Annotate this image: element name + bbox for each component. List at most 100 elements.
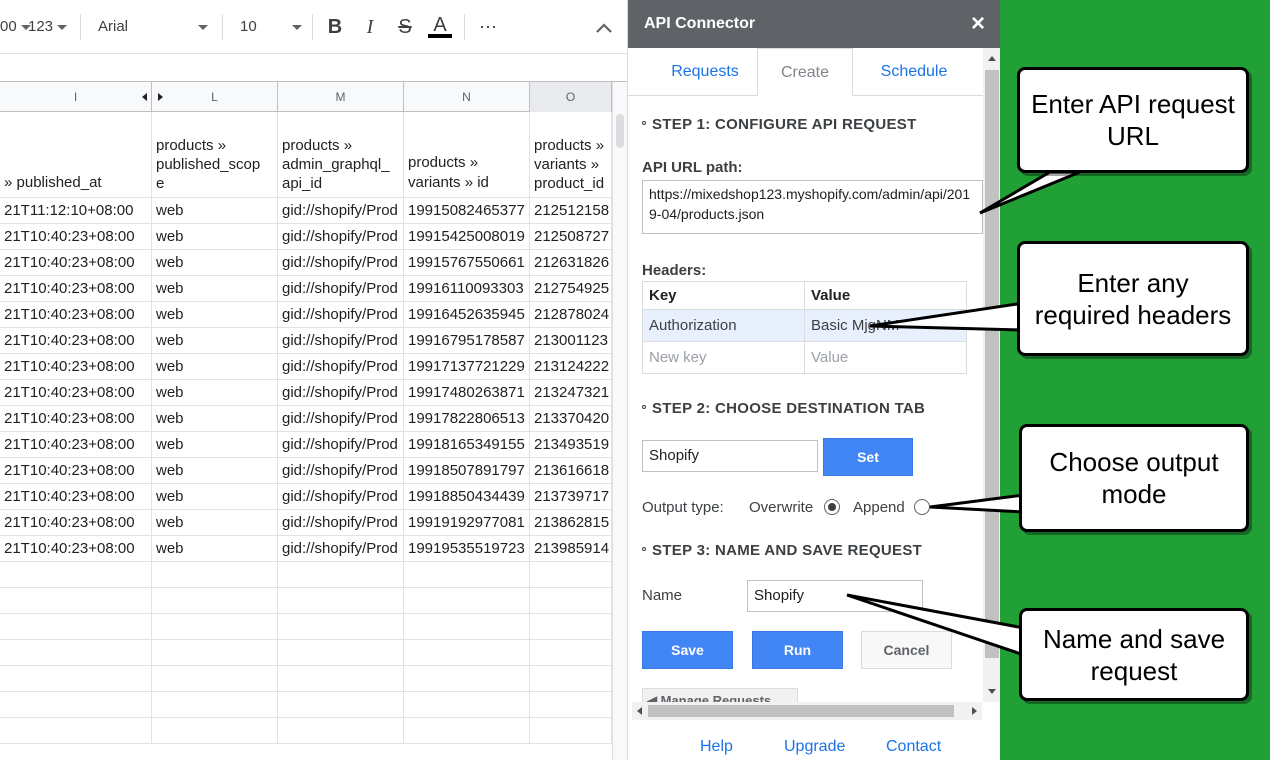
table-cell[interactable]: 212631826 bbox=[530, 250, 612, 276]
more-options-icon[interactable]: ⋯ bbox=[476, 14, 500, 40]
scrollbar-thumb[interactable] bbox=[648, 705, 954, 717]
table-cell[interactable]: gid://shopify/Prod bbox=[278, 484, 404, 510]
empty-cell[interactable] bbox=[152, 588, 278, 614]
table-cell[interactable]: gid://shopify/Prod bbox=[278, 224, 404, 250]
font-size-select[interactable]: 10 bbox=[240, 14, 302, 40]
scroll-down-icon[interactable] bbox=[988, 689, 996, 694]
table-cell[interactable]: 19915767550661 bbox=[404, 250, 530, 276]
table-cell[interactable]: 21T10:40:23+08:00 bbox=[0, 380, 152, 406]
empty-cell[interactable] bbox=[530, 614, 612, 640]
scroll-left-icon[interactable] bbox=[637, 707, 642, 715]
empty-cell[interactable] bbox=[278, 614, 404, 640]
formula-bar[interactable] bbox=[0, 54, 627, 82]
destination-tab-input[interactable]: Shopify bbox=[642, 440, 818, 472]
table-cell[interactable]: 212512158 bbox=[530, 198, 612, 224]
number-format-button[interactable]: 123 bbox=[28, 14, 68, 40]
table-cell[interactable]: 21T10:40:23+08:00 bbox=[0, 302, 152, 328]
empty-cell[interactable] bbox=[0, 692, 152, 718]
table-cell[interactable]: 213739717 bbox=[530, 484, 612, 510]
table-cell[interactable]: 21T10:40:23+08:00 bbox=[0, 250, 152, 276]
empty-cell[interactable] bbox=[404, 562, 530, 588]
zoom-control[interactable]: 00 bbox=[0, 14, 31, 40]
table-cell[interactable]: 19915082465377 bbox=[404, 198, 530, 224]
table-cell[interactable]: 19917822806513 bbox=[404, 406, 530, 432]
empty-cell[interactable] bbox=[0, 588, 152, 614]
overwrite-radio[interactable] bbox=[824, 499, 840, 515]
new-key-input[interactable]: New key bbox=[642, 341, 805, 374]
italic-button[interactable]: I bbox=[358, 14, 382, 40]
table-cell[interactable]: 19919535519723 bbox=[404, 536, 530, 562]
table-cell[interactable]: 213862815 bbox=[530, 510, 612, 536]
empty-cell[interactable] bbox=[0, 718, 152, 744]
table-cell[interactable]: 213247321 bbox=[530, 380, 612, 406]
table-cell[interactable]: 21T10:40:23+08:00 bbox=[0, 354, 152, 380]
table-cell[interactable]: 21T10:40:23+08:00 bbox=[0, 484, 152, 510]
table-cell[interactable]: 19916110093303 bbox=[404, 276, 530, 302]
empty-cell[interactable] bbox=[530, 562, 612, 588]
table-cell[interactable]: web bbox=[152, 510, 278, 536]
empty-cell[interactable] bbox=[530, 640, 612, 666]
api-url-input[interactable]: https://mixedshop123.myshopify.com/admin… bbox=[642, 180, 983, 234]
upgrade-link[interactable]: Upgrade bbox=[784, 738, 845, 756]
empty-cell[interactable] bbox=[404, 718, 530, 744]
cell-grid[interactable]: » published_at products » published_scop e p… bbox=[0, 112, 612, 760]
empty-cell[interactable] bbox=[404, 692, 530, 718]
empty-cell[interactable] bbox=[152, 614, 278, 640]
table-cell[interactable]: 213493519 bbox=[530, 432, 612, 458]
help-link[interactable]: Help bbox=[700, 738, 733, 756]
scrollbar-thumb[interactable] bbox=[616, 114, 624, 148]
table-cell[interactable]: gid://shopify/Prod bbox=[278, 510, 404, 536]
table-cell[interactable]: 21T10:40:23+08:00 bbox=[0, 224, 152, 250]
table-cell[interactable]: gid://shopify/Prod bbox=[278, 536, 404, 562]
empty-cell[interactable] bbox=[152, 718, 278, 744]
table-cell[interactable]: gid://shopify/Prod bbox=[278, 250, 404, 276]
empty-cell[interactable] bbox=[0, 666, 152, 692]
table-cell[interactable]: 19916795178587 bbox=[404, 328, 530, 354]
text-color-button[interactable]: A bbox=[428, 14, 452, 40]
table-cell[interactable]: gid://shopify/Prod bbox=[278, 302, 404, 328]
table-cell[interactable]: 19919192977081 bbox=[404, 510, 530, 536]
table-cell[interactable]: 21T10:40:23+08:00 bbox=[0, 536, 152, 562]
cancel-button[interactable]: Cancel bbox=[861, 631, 952, 669]
table-cell[interactable]: 213370420 bbox=[530, 406, 612, 432]
scroll-up-icon[interactable] bbox=[988, 56, 996, 61]
table-cell[interactable]: 19918165349155 bbox=[404, 432, 530, 458]
table-cell[interactable]: 19916452635945 bbox=[404, 302, 530, 328]
table-cell[interactable]: web bbox=[152, 380, 278, 406]
table-cell[interactable]: 21T11:12:10+08:00 bbox=[0, 198, 152, 224]
table-cell[interactable]: 21T10:40:23+08:00 bbox=[0, 276, 152, 302]
table-cell[interactable]: 19917480263871 bbox=[404, 380, 530, 406]
table-cell[interactable]: web bbox=[152, 432, 278, 458]
expand-right-icon[interactable] bbox=[158, 93, 163, 101]
empty-cell[interactable] bbox=[278, 640, 404, 666]
empty-cell[interactable] bbox=[152, 562, 278, 588]
table-cell[interactable]: 21T10:40:23+08:00 bbox=[0, 510, 152, 536]
scroll-right-icon[interactable] bbox=[972, 707, 977, 715]
table-cell[interactable]: web bbox=[152, 224, 278, 250]
table-cell[interactable]: gid://shopify/Prod bbox=[278, 432, 404, 458]
bold-button[interactable]: B bbox=[323, 14, 347, 40]
header-cell[interactable]: » published_at bbox=[0, 112, 152, 198]
table-cell[interactable]: gid://shopify/Prod bbox=[278, 354, 404, 380]
sheet-vertical-scrollbar[interactable] bbox=[612, 82, 627, 760]
header-cell[interactable]: products » variants » id bbox=[404, 112, 530, 198]
close-icon[interactable]: × bbox=[968, 0, 988, 48]
column-header-l[interactable]: L bbox=[152, 82, 278, 112]
table-cell[interactable]: gid://shopify/Prod bbox=[278, 198, 404, 224]
table-cell[interactable]: gid://shopify/Prod bbox=[278, 380, 404, 406]
table-cell[interactable]: 213616618 bbox=[530, 458, 612, 484]
table-cell[interactable]: web bbox=[152, 276, 278, 302]
empty-cell[interactable] bbox=[278, 588, 404, 614]
table-cell[interactable]: web bbox=[152, 458, 278, 484]
table-cell[interactable]: web bbox=[152, 198, 278, 224]
table-cell[interactable]: 213124222 bbox=[530, 354, 612, 380]
table-cell[interactable]: web bbox=[152, 328, 278, 354]
save-button[interactable]: Save bbox=[642, 631, 733, 669]
tab-create[interactable]: Create bbox=[757, 48, 853, 97]
set-button[interactable]: Set bbox=[823, 438, 913, 476]
column-header-m[interactable]: M bbox=[278, 82, 404, 112]
tab-requests[interactable]: Requests bbox=[640, 48, 770, 96]
manage-requests-button[interactable]: ◀ Manage Requests bbox=[642, 688, 798, 702]
column-header-o[interactable]: O bbox=[530, 82, 612, 112]
table-cell[interactable]: gid://shopify/Prod bbox=[278, 458, 404, 484]
